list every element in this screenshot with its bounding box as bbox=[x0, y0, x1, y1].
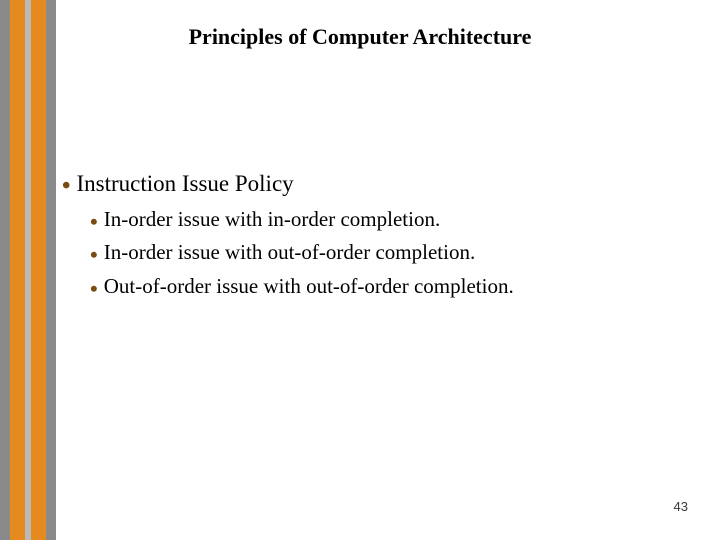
bullet-icon: • bbox=[62, 170, 70, 203]
page-number: 43 bbox=[674, 499, 688, 514]
list-item-text: Instruction Issue Policy bbox=[76, 168, 293, 199]
list-item-text: In-order issue with in-order completion. bbox=[104, 205, 441, 233]
list-item-text: In-order issue with out-of-order complet… bbox=[104, 238, 475, 266]
list-item-level2: • In-order issue with out-of-order compl… bbox=[90, 238, 702, 268]
list-item-level1: • Instruction Issue Policy bbox=[62, 168, 702, 201]
list-item-level2: • Out-of-order issue with out-of-order c… bbox=[90, 272, 702, 302]
side-stripe-grey-front bbox=[25, 0, 31, 540]
bullet-icon: • bbox=[90, 274, 98, 304]
bullet-icon: • bbox=[90, 207, 98, 237]
page-title: Principles of Computer Architecture bbox=[0, 24, 720, 50]
list-item-level2: • In-order issue with in-order completio… bbox=[90, 205, 702, 235]
list-item-text: Out-of-order issue with out-of-order com… bbox=[104, 272, 514, 300]
slide-content: • Instruction Issue Policy • In-order is… bbox=[62, 168, 702, 306]
bullet-icon: • bbox=[90, 240, 98, 270]
